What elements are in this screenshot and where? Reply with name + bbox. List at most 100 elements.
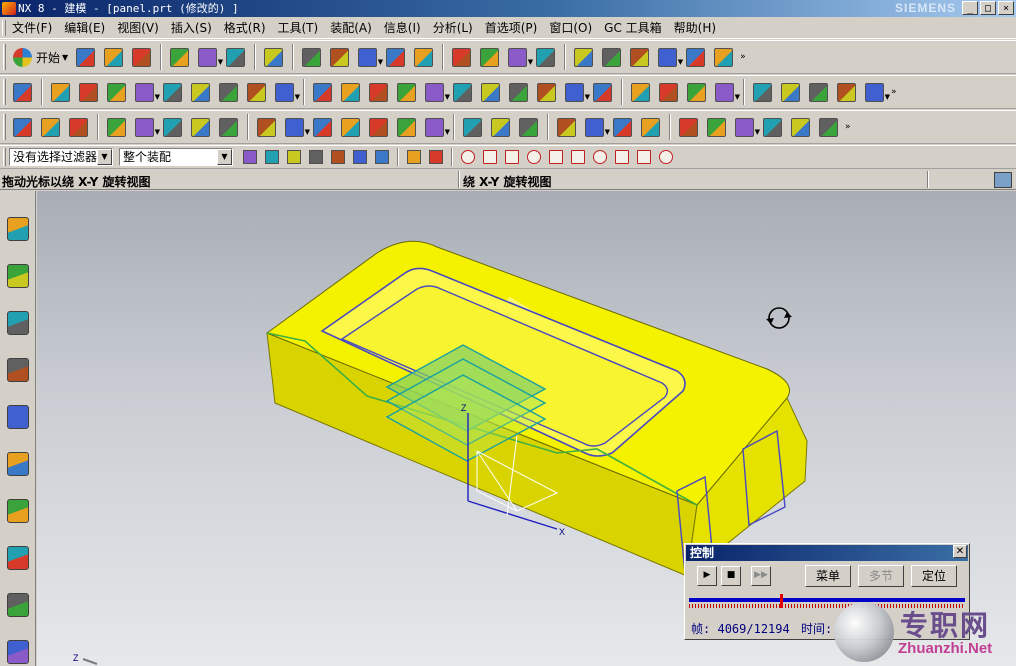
trim-body-button[interactable] [533,79,560,106]
rewind-button[interactable] [675,114,702,141]
copy-button[interactable]: ▼ [194,44,223,71]
toolbar-grip[interactable] [3,114,6,140]
maximize-button[interactable]: □ [980,1,996,15]
section-cube-button[interactable] [448,44,475,71]
snap-arc-button[interactable] [523,146,545,168]
layer-settings-button[interactable] [570,44,597,71]
extension-button[interactable] [683,79,710,106]
split-body-button[interactable]: ▼ [561,79,590,106]
snap-tool-button[interactable] [626,44,653,71]
menu-help[interactable]: 帮助(H) [668,19,722,36]
edge-blend-button[interactable] [187,79,214,106]
subtract-button[interactable] [365,79,392,106]
orient-view-button[interactable]: ▼ [504,44,533,71]
smooth-2-button[interactable]: ▼ [281,114,310,141]
intersect-button[interactable] [393,79,420,106]
menu-gc-toolbox[interactable]: GC 工具箱 [598,19,668,36]
g0-button[interactable] [309,114,336,141]
snap-vertex-button[interactable] [305,146,327,168]
snap-intersection-button[interactable] [633,146,655,168]
assembly-add-button[interactable] [805,79,832,106]
tag-button[interactable] [103,114,130,141]
selbar-grip[interactable] [3,148,6,166]
instance-3-button[interactable] [187,114,214,141]
shell-button[interactable] [243,79,270,106]
render-style-button[interactable] [326,44,353,71]
ruled-button[interactable] [627,79,654,106]
layer-2-button[interactable] [65,114,92,141]
assembly-navigator-tab[interactable] [4,207,32,251]
roles-tab[interactable] [4,630,32,666]
step-button[interactable]: ▶▶ [751,566,771,586]
hd3d-tools-tab[interactable] [4,395,32,439]
menu-analysis[interactable]: 分析(L) [427,19,479,36]
snap-point-button[interactable] [589,146,611,168]
wcs-tool-button[interactable] [598,44,625,71]
offset-face-button[interactable] [477,79,504,106]
menu-view[interactable]: 视图(V) [111,19,165,36]
analysis-1-button[interactable]: ▼ [581,114,610,141]
minimize-button[interactable]: _ [962,1,978,15]
mirror-button[interactable]: ▼ [421,79,450,106]
close-window-button[interactable]: × [998,1,1014,15]
through-curves-button[interactable] [655,79,682,106]
datum-plane-button[interactable]: ▼ [271,79,300,106]
menu-format[interactable]: 格式(R) [218,19,272,36]
position-button[interactable]: 定位 [911,565,957,587]
select-options-button[interactable] [239,146,261,168]
type-filter-dropdown[interactable]: 没有选择过滤器 ▼ [9,148,113,166]
instance-1-button[interactable]: ▼ [131,114,160,141]
cue-line-icon[interactable] [994,172,1012,188]
measure-angle-button[interactable] [710,44,737,71]
sphere-button[interactable] [159,79,186,106]
snap-curve-button[interactable] [501,146,523,168]
snap-mid-button[interactable] [479,146,501,168]
toolbar-grip[interactable] [3,79,6,105]
check-button[interactable] [553,114,580,141]
menu-button[interactable]: 菜单 [805,565,851,587]
snap-center-button[interactable] [545,146,567,168]
snap-view-button[interactable] [655,146,677,168]
background-color-button[interactable] [476,44,503,71]
snap-quadrant-button[interactable] [567,146,589,168]
step-forward-button[interactable]: ▼ [731,114,760,141]
toolbar-overflow-icon[interactable]: » [891,87,903,97]
shaded-cube-button[interactable]: ▼ [354,44,383,71]
surface-b-button[interactable]: ▼ [861,79,890,106]
menu-window[interactable]: 窗口(O) [543,19,598,36]
wireframe-cube-button[interactable] [410,44,437,71]
revolve-button[interactable] [75,79,102,106]
fast-forward-button[interactable] [759,114,786,141]
menu-information[interactable]: 信息(I) [378,19,427,36]
toolbar-overflow-icon[interactable]: » [740,52,752,62]
chevron-down-icon[interactable]: ▼ [97,149,112,165]
quick-button[interactable] [815,114,842,141]
step-back-button[interactable] [703,114,730,141]
slider-thumb[interactable] [780,594,783,608]
process-studio-tab[interactable] [4,583,32,627]
analysis-3-button[interactable] [637,114,664,141]
unite-button[interactable] [337,79,364,106]
undo-select-button[interactable] [283,146,305,168]
menu-assembly[interactable]: 装配(A) [324,19,378,36]
undo-button[interactable] [260,44,287,71]
record-button[interactable] [787,114,814,141]
select-all-button[interactable] [425,146,447,168]
open-folder-button[interactable] [100,44,127,71]
chevron-down-icon[interactable]: ▼ [217,149,232,165]
save-button[interactable] [128,44,155,71]
dimension-button[interactable] [215,114,242,141]
web-browser-tab[interactable] [4,442,32,486]
snap-edge-button[interactable] [327,146,349,168]
history-tab[interactable] [4,489,32,533]
sketch-button[interactable] [9,79,36,106]
fit-view-button[interactable] [298,44,325,71]
snap-end-button[interactable] [457,146,479,168]
view-triad-button[interactable] [382,44,409,71]
cut-button[interactable] [166,44,193,71]
close-icon[interactable]: ✕ [953,545,967,558]
new-file-button[interactable] [72,44,99,71]
menu-insert[interactable]: 插入(S) [165,19,218,36]
motion-tool-button[interactable]: ▼ [654,44,683,71]
g2-button[interactable] [365,114,392,141]
